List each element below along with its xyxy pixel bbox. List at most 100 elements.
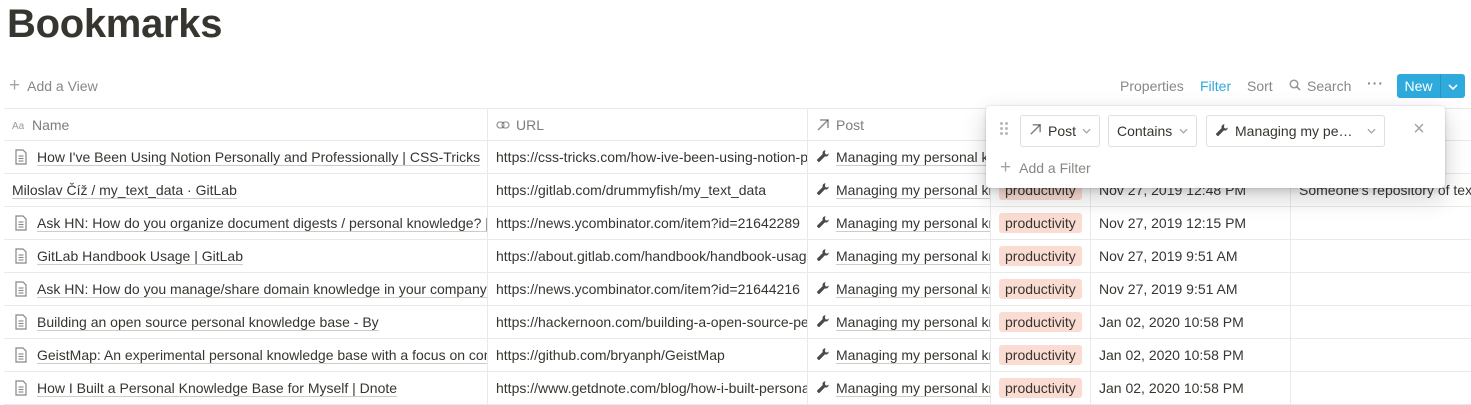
new-dropdown-button[interactable] <box>1440 74 1465 98</box>
post-cell[interactable]: Managing my personal knowledge <box>808 141 991 173</box>
more-options-icon[interactable]: ··· <box>1367 73 1384 93</box>
post-cell[interactable]: Managing my personal knowledge <box>808 174 991 206</box>
table-row[interactable]: Ask HN: How do you organize document dig… <box>4 207 1471 240</box>
tags-cell[interactable]: productivity <box>991 207 1091 239</box>
name-cell[interactable]: Ask HN: How do you organize document dig… <box>4 207 488 239</box>
column-header-name[interactable]: Aa Name <box>4 109 488 141</box>
filter-value-label: Managing my personal knowledge <box>1235 123 1357 139</box>
table-row[interactable]: How I Built a Personal Knowledge Base fo… <box>4 372 1471 405</box>
wrench-icon <box>816 314 830 331</box>
date-cell[interactable]: Nov 27, 2019 12:15 PM <box>1091 207 1291 239</box>
post-relation-link[interactable]: Managing my personal knowledge <box>836 380 990 396</box>
url-cell[interactable]: https://gitlab.com/drummyfish/my_text_da… <box>488 174 808 206</box>
new-button[interactable]: New <box>1397 74 1440 98</box>
bookmark-url-link[interactable]: https://gitlab.com/drummyfish/my_text_da… <box>496 182 766 198</box>
post-relation-link[interactable]: Managing my personal knowledge <box>836 314 990 330</box>
column-header-url[interactable]: URL <box>488 109 808 141</box>
bookmark-url-link[interactable]: https://about.gitlab.com/handbook/handbo… <box>496 248 807 264</box>
bookmark-name-link[interactable]: Ask HN: How do you manage/share domain k… <box>37 281 487 297</box>
post-cell[interactable]: Managing my personal knowledge <box>808 372 991 404</box>
name-cell[interactable]: GeistMap: An experimental personal knowl… <box>4 339 488 371</box>
post-relation-link[interactable]: Managing my personal knowledge <box>836 347 990 363</box>
sort-button[interactable]: Sort <box>1247 76 1273 96</box>
chevron-down-icon <box>1448 77 1458 95</box>
table-row[interactable]: GeistMap: An experimental personal knowl… <box>4 339 1471 372</box>
filter-value-select[interactable]: Managing my personal knowledge <box>1206 115 1385 147</box>
url-cell[interactable]: https://about.gitlab.com/handbook/handbo… <box>488 240 808 272</box>
post-cell[interactable]: Managing my personal knowledge <box>808 207 991 239</box>
date-cell[interactable]: Nov 27, 2019 9:51 AM <box>1091 273 1291 305</box>
bookmark-name-link[interactable]: Miloslav Číž / my_text_data · GitLab <box>12 182 237 198</box>
url-cell[interactable]: https://www.getdnote.com/blog/how-i-buil… <box>488 372 808 404</box>
add-filter-button[interactable]: + Add a Filter <box>1000 158 1091 178</box>
tags-cell[interactable]: productivity <box>991 273 1091 305</box>
filter-property-label: Post <box>1048 123 1077 139</box>
date-cell[interactable]: Nov 27, 2019 9:51 AM <box>1091 240 1291 272</box>
date-cell[interactable]: Jan 02, 2020 10:58 PM <box>1091 372 1291 404</box>
bookmark-url-link[interactable]: https://news.ycombinator.com/item?id=216… <box>496 281 800 297</box>
name-cell[interactable]: GitLab Handbook Usage | GitLab <box>4 240 488 272</box>
properties-button[interactable]: Properties <box>1120 76 1184 96</box>
created-date: Jan 02, 2020 10:58 PM <box>1099 380 1244 396</box>
bookmark-name-link[interactable]: GitLab Handbook Usage | GitLab <box>37 248 243 264</box>
url-cell[interactable]: https://hackernoon.com/building-a-open-s… <box>488 306 808 338</box>
drag-handle-icon[interactable] <box>1000 122 1008 135</box>
tags-cell[interactable]: productivity <box>991 339 1091 371</box>
wrench-icon <box>1215 123 1229 140</box>
description-cell[interactable] <box>1291 339 1471 371</box>
search-button[interactable]: Search <box>1289 76 1351 96</box>
description-cell[interactable] <box>1291 207 1471 239</box>
bookmark-name-link[interactable]: Ask HN: How do you organize document dig… <box>37 215 487 231</box>
bookmark-url-link[interactable]: https://news.ycombinator.com/item?id=216… <box>496 215 800 231</box>
post-relation-link[interactable]: Managing my personal knowledge <box>836 281 990 297</box>
relation-arrow-icon <box>816 118 830 132</box>
name-cell[interactable]: Ask HN: How do you manage/share domain k… <box>4 273 488 305</box>
page-icon <box>14 281 28 297</box>
bookmark-name-link[interactable]: How I Built a Personal Knowledge Base fo… <box>37 380 397 396</box>
description-cell[interactable] <box>1291 372 1471 404</box>
table-row[interactable]: Building an open source personal knowled… <box>4 306 1471 339</box>
tags-cell[interactable]: productivity <box>991 372 1091 404</box>
bookmark-name-link[interactable]: How I've Been Using Notion Personally an… <box>37 149 480 165</box>
url-cell[interactable]: https://news.ycombinator.com/item?id=216… <box>488 207 808 239</box>
table-row[interactable]: Ask HN: How do you manage/share domain k… <box>4 273 1471 306</box>
name-cell[interactable]: How I've Been Using Notion Personally an… <box>4 141 488 173</box>
post-cell[interactable]: Managing my personal knowledge <box>808 306 991 338</box>
filter-operator-select[interactable]: Contains <box>1108 115 1197 147</box>
bookmark-url-link[interactable]: https://css-tricks.com/how-ive-been-usin… <box>496 149 807 165</box>
date-cell[interactable]: Jan 02, 2020 10:58 PM <box>1091 306 1291 338</box>
post-relation-link[interactable]: Managing my personal knowledge <box>836 149 990 165</box>
date-cell[interactable]: Jan 02, 2020 10:58 PM <box>1091 339 1291 371</box>
url-cell[interactable]: https://github.com/bryanph/GeistMap <box>488 339 808 371</box>
description-cell[interactable] <box>1291 306 1471 338</box>
post-relation-link[interactable]: Managing my personal knowledge <box>836 215 990 231</box>
bookmark-url-link[interactable]: https://github.com/bryanph/GeistMap <box>496 347 725 363</box>
description-cell[interactable] <box>1291 240 1471 272</box>
bookmark-url-link[interactable]: https://www.getdnote.com/blog/how-i-buil… <box>496 380 807 396</box>
tags-cell[interactable]: productivity <box>991 306 1091 338</box>
url-cell[interactable]: https://news.ycombinator.com/item?id=216… <box>488 273 808 305</box>
filter-button[interactable]: Filter <box>1200 76 1231 96</box>
post-cell[interactable]: Managing my personal knowledge <box>808 339 991 371</box>
page-icon <box>14 149 28 165</box>
table-row[interactable]: GitLab Handbook Usage | GitLab https://ab… <box>4 240 1471 273</box>
created-date: Jan 02, 2020 10:58 PM <box>1099 347 1244 363</box>
column-header-post[interactable]: Post <box>808 109 991 141</box>
name-cell[interactable]: Miloslav Číž / my_text_data · GitLab <box>4 174 488 206</box>
url-cell[interactable]: https://css-tricks.com/how-ive-been-usin… <box>488 141 808 173</box>
name-cell[interactable]: Building an open source personal knowled… <box>4 306 488 338</box>
tags-cell[interactable]: productivity <box>991 240 1091 272</box>
bookmark-name-link[interactable]: Building an open source personal knowled… <box>37 314 379 330</box>
description-cell[interactable] <box>1291 273 1471 305</box>
bookmark-name-link[interactable]: GeistMap: An experimental personal knowl… <box>37 347 487 363</box>
filter-property-select[interactable]: Post <box>1020 115 1100 147</box>
post-relation-link[interactable]: Managing my personal knowledge <box>836 182 990 198</box>
post-relation-link[interactable]: Managing my personal knowledge <box>836 248 990 264</box>
post-cell[interactable]: Managing my personal knowledge <box>808 273 991 305</box>
bookmark-url-link[interactable]: https://hackernoon.com/building-a-open-s… <box>496 314 807 330</box>
column-header-label: URL <box>516 117 545 133</box>
name-cell[interactable]: How I Built a Personal Knowledge Base fo… <box>4 372 488 404</box>
remove-filter-close-icon[interactable]: × <box>1410 119 1428 139</box>
post-cell[interactable]: Managing my personal knowledge <box>808 240 991 272</box>
add-view-button[interactable]: + Add a View <box>9 76 98 96</box>
